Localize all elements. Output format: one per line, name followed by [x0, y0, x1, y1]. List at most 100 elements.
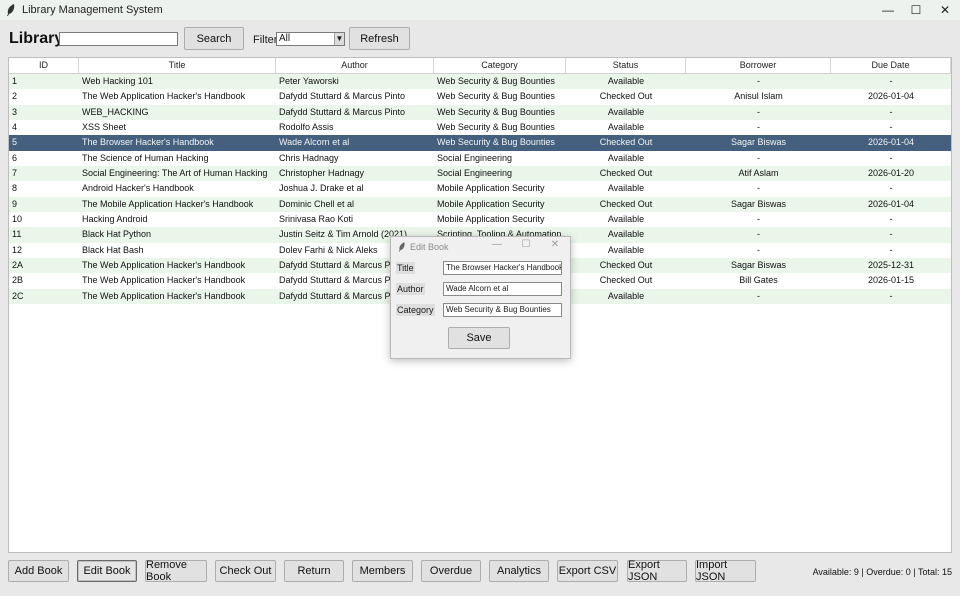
cell-title: Social Engineering: The Art of Human Hac… [82, 168, 268, 179]
cell-id: 1 [12, 76, 18, 86]
table-row[interactable]: 2 The Web Application Hacker's Handbook Da… [9, 89, 951, 105]
members-button[interactable]: Members [352, 560, 413, 582]
cell-status: Available [607, 122, 645, 133]
cell-due-date: - [889, 122, 893, 133]
cell-id: 2A [12, 260, 24, 271]
save-button[interactable]: Save [448, 327, 510, 349]
column-header-borrower[interactable]: Borrower [686, 58, 831, 74]
cell-borrower: - [757, 183, 760, 194]
column-header-title[interactable]: Title [79, 58, 276, 74]
cell-borrower: Sagar Biswas [730, 198, 787, 209]
cell-due-date: 2025-12-31 [867, 260, 915, 271]
status-summary: Available: 9 | Overdue: 0 | Total: 15 [812, 567, 952, 577]
cell-borrower: Sagar Biswas [730, 260, 787, 271]
import-json-button[interactable]: Import JSON [695, 559, 756, 583]
cell-title: The Web Application Hacker's Handbook [82, 290, 246, 301]
cell-id: 6 [12, 152, 18, 163]
cell-id: 2C [12, 290, 24, 301]
cell-title: The Web Application Hacker's Handbook [82, 260, 246, 271]
cell-borrower: - [757, 106, 760, 117]
filter-value: All [279, 33, 291, 44]
cell-category: Web Security & Bug Bounties [437, 76, 555, 86]
feather-icon [7, 4, 15, 16]
chevron-down-icon[interactable]: ▼ [334, 33, 344, 45]
analytics-button[interactable]: Analytics [489, 560, 549, 582]
cell-due-date: 2026-01-20 [867, 168, 915, 179]
table-row[interactable]: 9 The Mobile Application Hacker's Handboo… [9, 196, 951, 213]
column-header-status[interactable]: Status [566, 58, 686, 74]
cell-title: Web Hacking 101 [82, 76, 153, 86]
cell-author: Chris Hadnagy [279, 152, 339, 163]
export-json-button[interactable]: Export JSON [627, 559, 687, 583]
cell-id: 12 [12, 244, 23, 255]
cell-category: Web Security & Bug Bounties [437, 106, 555, 117]
cell-category: Web Security & Bug Bounties [437, 91, 555, 102]
cell-author: Joshua J. Drake et al [279, 183, 364, 194]
table-row[interactable]: 10 Hacking Android Srinivasa Rao Koti Mobil… [9, 212, 951, 228]
cell-id: 5 [12, 137, 18, 148]
cell-status: Checked Out [599, 260, 653, 271]
title-field[interactable]: The Browser Hacker's Handbook [443, 261, 562, 275]
cell-borrower: - [757, 214, 760, 225]
window-title: Library Management System [22, 4, 163, 16]
close-icon[interactable]: ✕ [929, 0, 960, 20]
search-input[interactable] [59, 32, 178, 46]
cell-id: 7 [12, 168, 18, 179]
column-header-category[interactable]: Category [434, 58, 566, 74]
cell-due-date: 2026-01-04 [867, 137, 915, 148]
cell-author: Srinivasa Rao Koti [279, 214, 354, 225]
cell-status: Checked Out [599, 198, 653, 209]
dialog-minimize-icon[interactable]: — [490, 239, 504, 250]
cell-category: Web Security & Bug Bounties [437, 122, 555, 133]
table-row[interactable]: 7 Social Engineering: The Art of Human Ha… [9, 166, 951, 182]
add-book-button[interactable]: Add Book [8, 560, 69, 582]
author-field-label: Author [396, 283, 425, 295]
overdue-button[interactable]: Overdue [421, 560, 481, 582]
search-button[interactable]: Search [184, 27, 244, 50]
cell-category: Mobile Application Security [437, 198, 545, 209]
author-field[interactable]: Wade Alcorn et al [443, 282, 562, 296]
category-field[interactable]: Web Security & Bug Bounties [443, 303, 562, 317]
table-row[interactable]: 3 WEB_HACKING Dafydd Stuttard & Marcus Pin… [9, 104, 951, 121]
refresh-button[interactable]: Refresh [349, 27, 410, 50]
app-title: Library [9, 30, 64, 47]
cell-id: 2B [12, 275, 24, 286]
table-row[interactable]: 6 The Science of Human Hacking Chris Hadna… [9, 150, 951, 167]
cell-due-date: - [889, 152, 893, 163]
filter-select[interactable]: All ▼ [276, 32, 345, 46]
cell-due-date: - [889, 76, 893, 86]
cell-author: Rodolfo Assis [279, 122, 334, 133]
dialog-close-icon[interactable]: ✕ [548, 239, 562, 250]
column-header-author[interactable]: Author [276, 58, 434, 74]
table-row[interactable]: 1 Web Hacking 101 Peter Yaworski Web Securi… [9, 74, 951, 90]
cell-status: Available [607, 106, 645, 117]
table-row[interactable]: 8 Android Hacker's Handbook Joshua J. Drak… [9, 181, 951, 197]
remove-book-button[interactable]: Remove Book [145, 559, 207, 583]
cell-status: Available [607, 183, 645, 194]
cell-category: Social Engineering [437, 168, 513, 179]
column-header-due-date[interactable]: Due Date [831, 58, 951, 74]
title-field-label: Title [396, 262, 415, 274]
edit-book-button[interactable]: Edit Book [77, 560, 137, 582]
cell-due-date: - [889, 290, 893, 301]
dialog-maximize-icon[interactable]: ☐ [519, 239, 533, 250]
cell-borrower: - [757, 229, 760, 240]
table-header: ID Title Author Category Status Borrower Due D… [9, 58, 951, 74]
table-row[interactable]: 5 The Browser Hacker's Handbook Wade Alcor… [9, 135, 951, 151]
cell-author: Christopher Hadnagy [279, 168, 365, 179]
cell-status: Checked Out [599, 137, 653, 148]
export-csv-button[interactable]: Export CSV [557, 560, 618, 582]
table-row[interactable]: 4 XSS Sheet Rodolfo Assis Web Security & Bu… [9, 120, 951, 136]
top-toolbar: Library Search Filter: All ▼ Refresh [0, 22, 960, 54]
cell-title: The Web Application Hacker's Handbook [82, 91, 246, 102]
cell-category: Mobile Application Security [437, 183, 545, 194]
cell-title: The Browser Hacker's Handbook [82, 137, 214, 148]
cell-due-date: - [889, 229, 893, 240]
cell-id: 3 [12, 106, 18, 117]
check-out-button[interactable]: Check Out [215, 560, 276, 582]
dialog-titlebar: Edit Book [391, 237, 570, 257]
cell-borrower: Anisul Islam [734, 91, 783, 102]
return-button[interactable]: Return [284, 560, 344, 582]
column-header-id[interactable]: ID [9, 58, 79, 74]
maximize-icon[interactable]: ☐ [900, 0, 932, 20]
